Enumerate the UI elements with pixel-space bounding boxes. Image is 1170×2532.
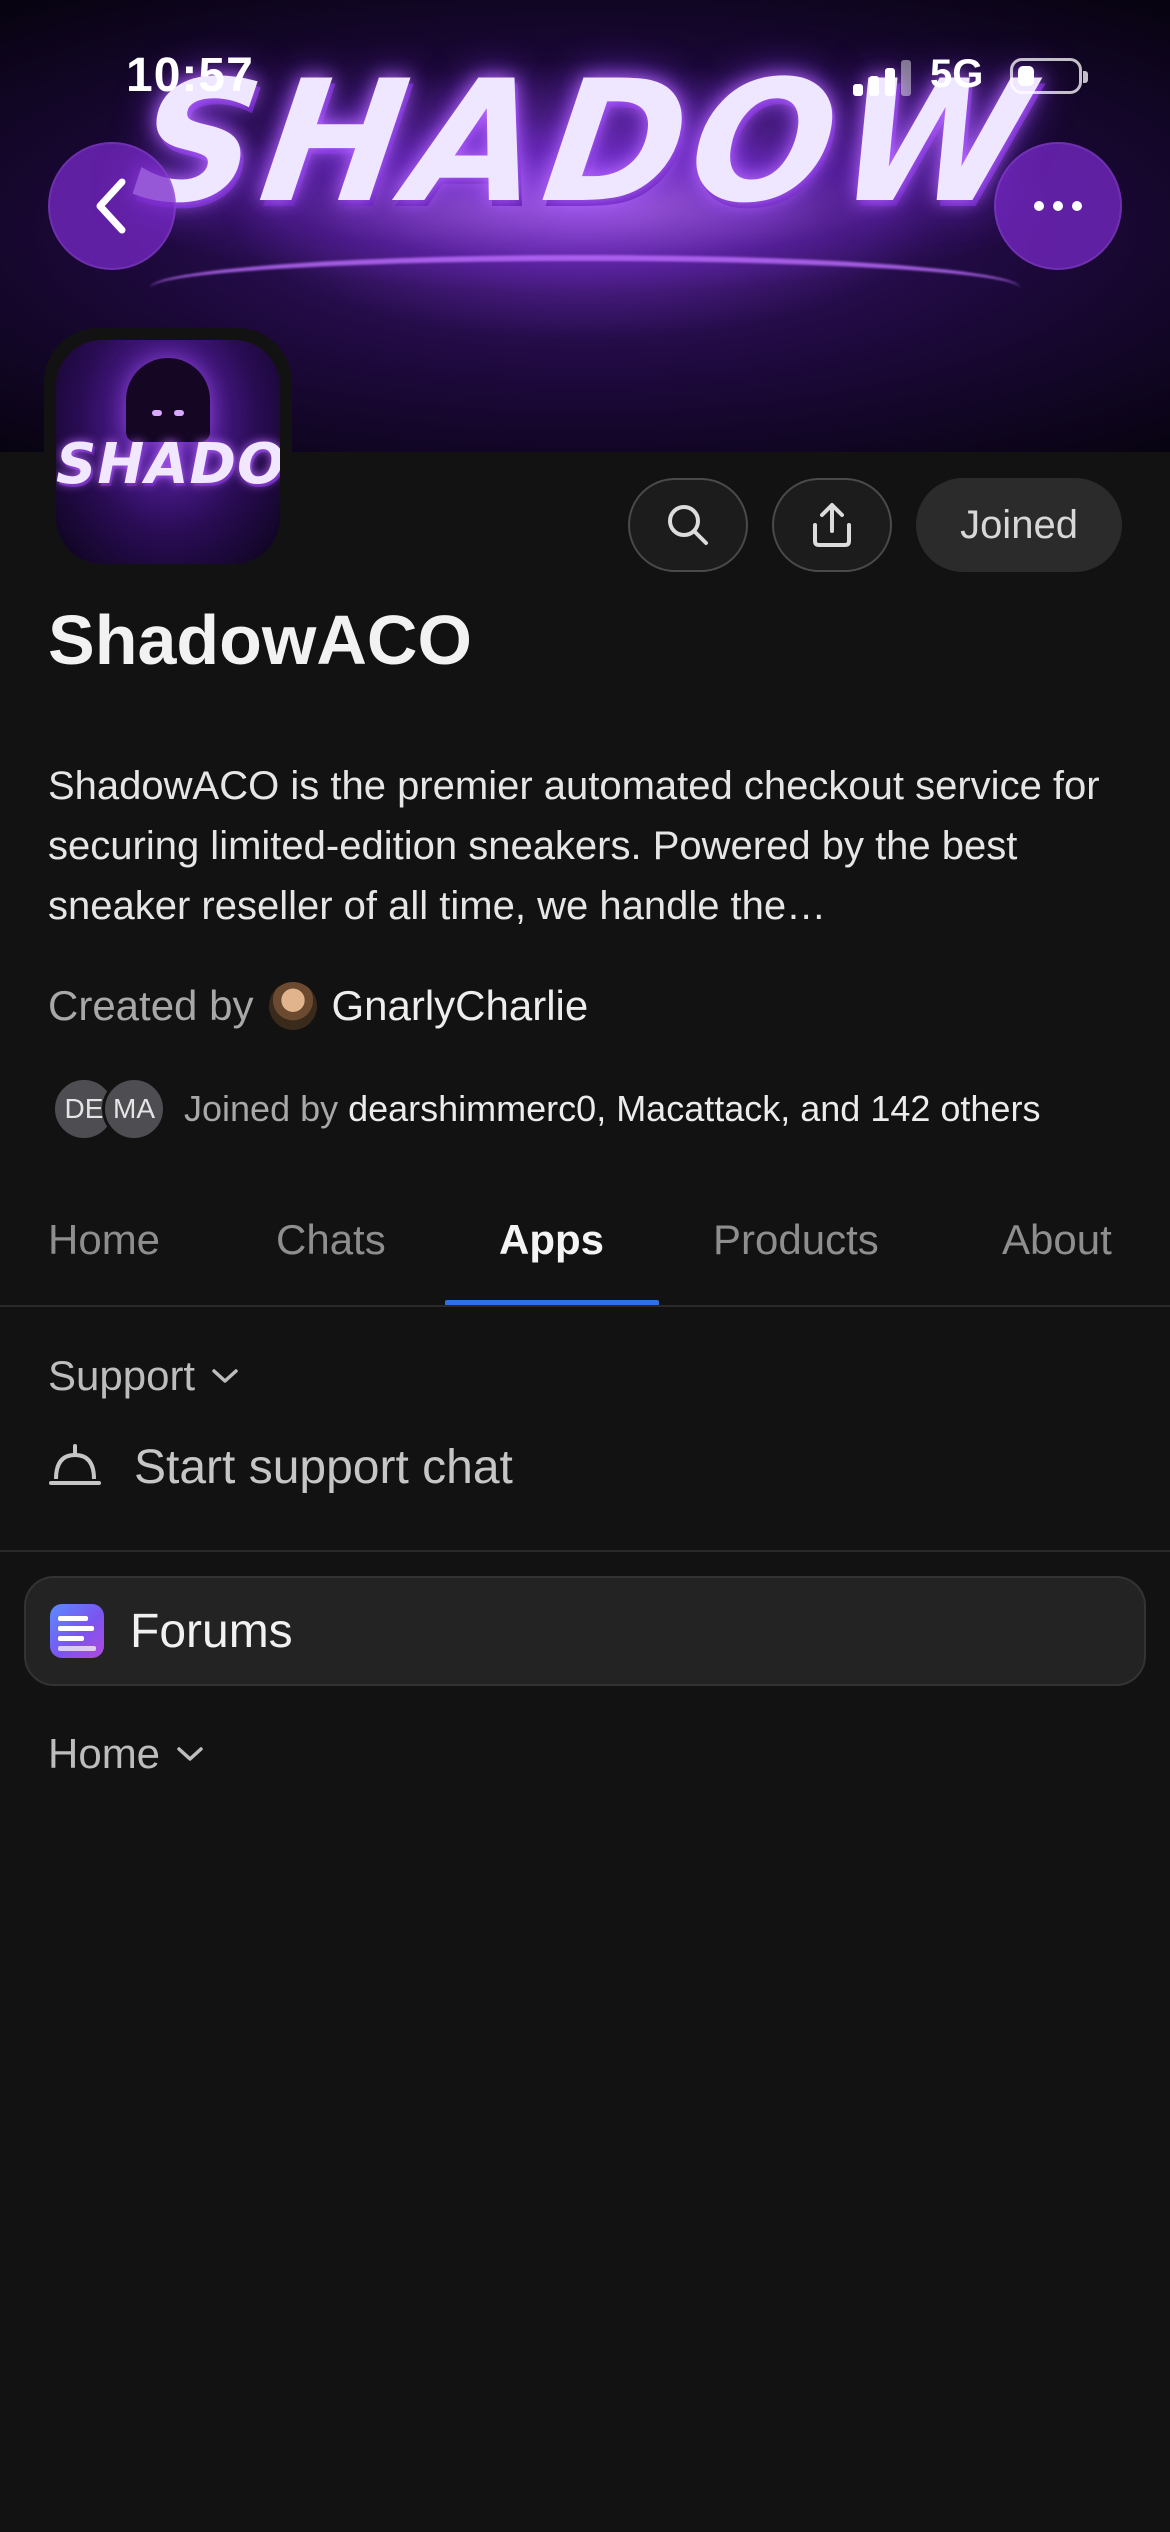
back-button[interactable] [48, 142, 176, 270]
share-icon [813, 503, 851, 547]
tab-bar: Home Chats Apps Products About [0, 1200, 1170, 1306]
created-by-row[interactable]: Created by GnarlyCharlie [48, 978, 588, 1034]
created-by-label: Created by [48, 982, 254, 1029]
joined-by-names: dearshimmerc0, Macattack, and 142 others [348, 1088, 1041, 1129]
forums-label: Forums [130, 1604, 293, 1658]
divider [0, 1550, 1170, 1552]
joined-by-label: Joined by [184, 1088, 339, 1129]
battery-icon [1010, 58, 1088, 94]
avatar-logo-text: SHADOW [56, 432, 280, 497]
search-icon [668, 505, 708, 545]
divider [0, 1305, 1170, 1307]
member-avatar: MA [102, 1077, 166, 1141]
chevron-down-icon [212, 1369, 238, 1383]
bell-icon [49, 1443, 101, 1485]
members-row[interactable]: DE MA Joined by dearshimmerc0, Macattack… [52, 1077, 1041, 1141]
creator-avatar [269, 982, 318, 1030]
start-support-chat-label: Start support chat [134, 1441, 513, 1494]
home-section-toggle[interactable]: Home [48, 1730, 204, 1778]
tab-home[interactable]: Home [48, 1216, 160, 1264]
forums-icon [50, 1604, 104, 1658]
community-description[interactable]: ShadowACO is the premier automated check… [48, 756, 1128, 936]
chevron-down-icon [177, 1747, 203, 1761]
banner-swoosh [150, 255, 1020, 321]
home-section-label: Home [48, 1730, 161, 1777]
network-type: 5G [930, 52, 984, 96]
share-button[interactable] [772, 478, 892, 572]
community-avatar: SHADOW [44, 328, 292, 576]
tab-about[interactable]: About [1002, 1216, 1112, 1264]
forums-app-card[interactable]: Forums [24, 1576, 1146, 1686]
tab-chats[interactable]: Chats [276, 1216, 386, 1264]
support-section-label: Support [48, 1352, 196, 1399]
creator-name[interactable]: GnarlyCharlie [331, 982, 588, 1030]
joined-button[interactable]: Joined [916, 478, 1122, 572]
signal-icon [853, 60, 915, 96]
start-support-chat-button[interactable]: Start support chat [48, 1440, 513, 1495]
search-button[interactable] [628, 478, 748, 572]
more-icon [1034, 201, 1082, 211]
back-icon [96, 178, 126, 234]
tab-apps[interactable]: Apps [499, 1216, 604, 1264]
more-options-button[interactable] [994, 142, 1122, 270]
support-section-toggle[interactable]: Support [48, 1352, 239, 1400]
community-title: ShadowACO [48, 601, 472, 679]
tab-products[interactable]: Products [713, 1216, 879, 1264]
status-time: 10:57 [126, 49, 254, 102]
